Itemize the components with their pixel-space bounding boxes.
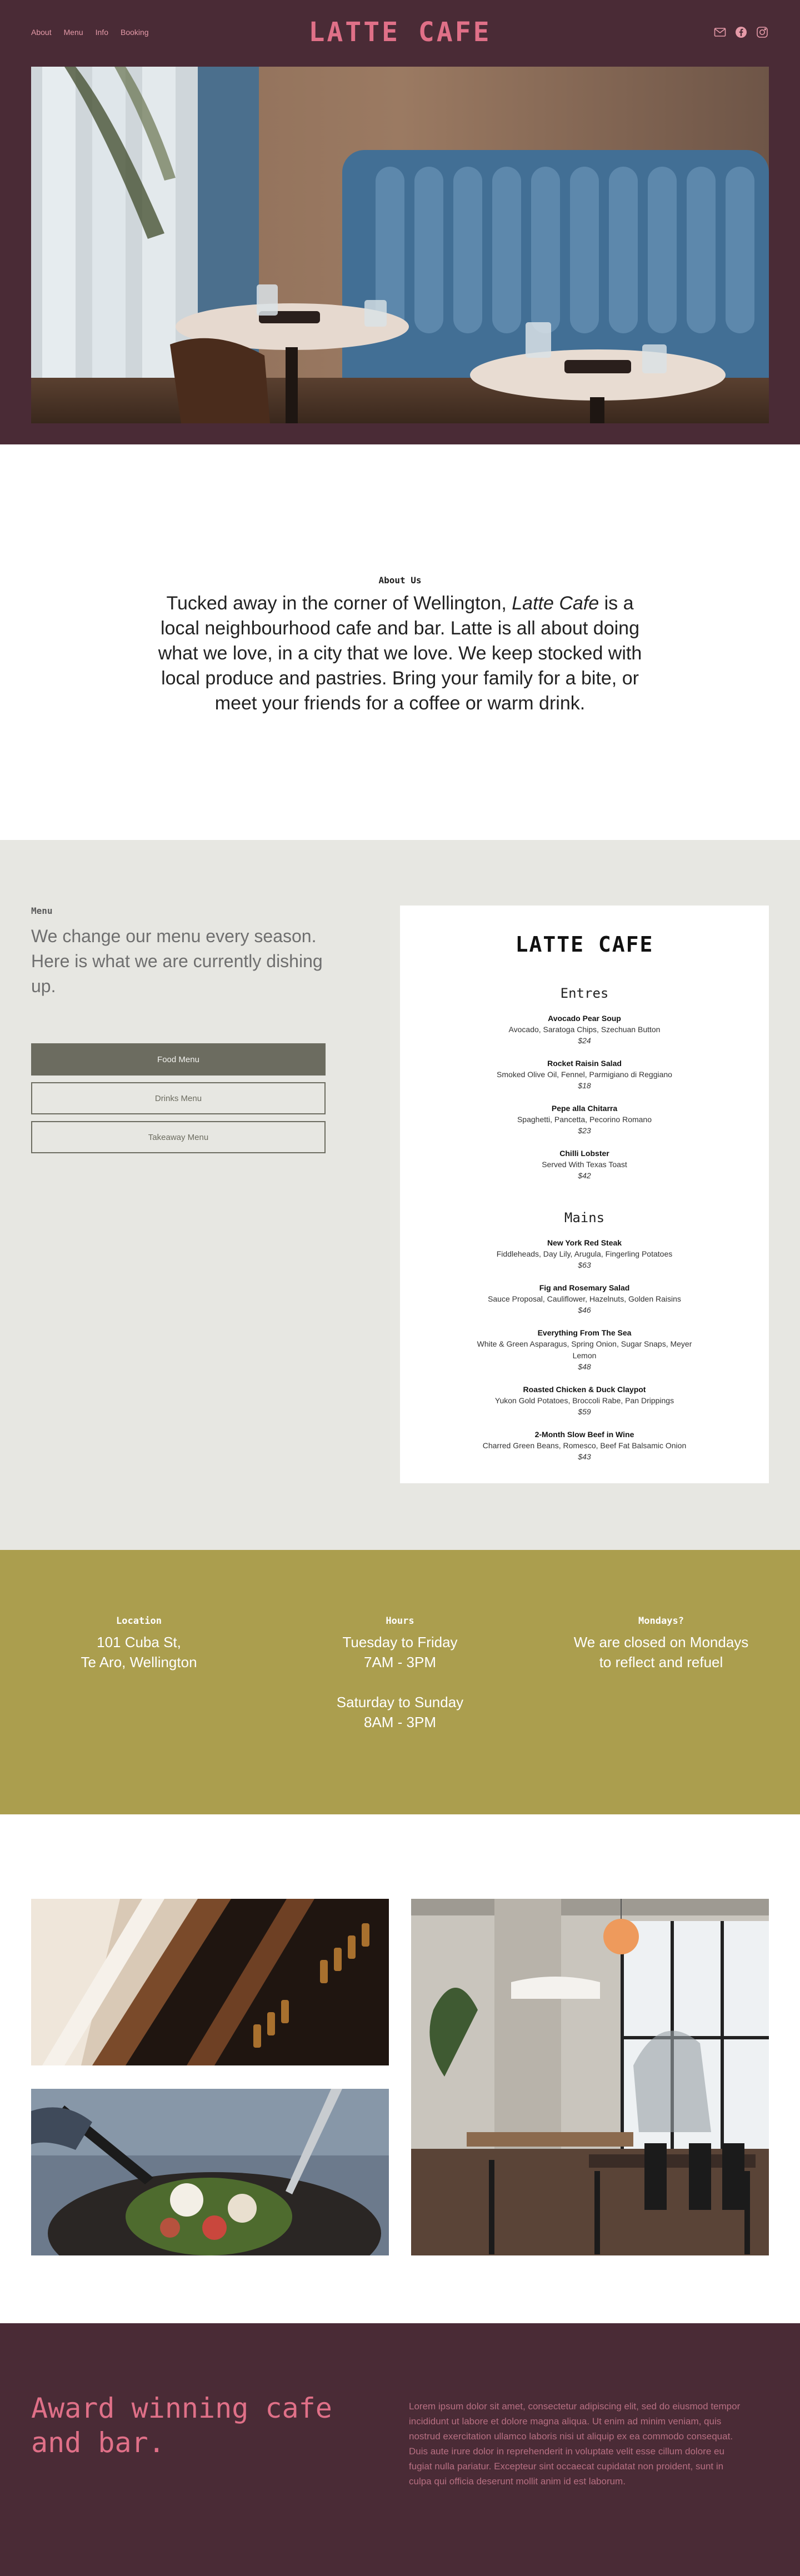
hours-line: 8AM - 3PM bbox=[363, 1714, 437, 1730]
drinks-menu-button[interactable]: Drinks Menu bbox=[31, 1082, 326, 1114]
menu-item: Avocado Pear Soup Avocado, Saratoga Chip… bbox=[400, 1013, 769, 1046]
menu-item-desc: Avocado, Saratoga Chips, Szechuan Button bbox=[508, 1025, 661, 1034]
location-column: Location 101 Cuba St, Te Aro, Wellington bbox=[31, 1615, 247, 1814]
menu-item-desc: Yukon Gold Potatoes, Broccoli Rabe, Pan … bbox=[494, 1396, 674, 1405]
menu-card: LATTE CAFE Entres Avocado Pear Soup Avoc… bbox=[400, 906, 769, 1483]
footer-text: Lorem ipsum dolor sit amet, consectetur … bbox=[409, 2401, 741, 2487]
hours-heading: Hours bbox=[386, 1615, 414, 1627]
menu-item-desc: Smoked Olive Oil, Fennel, Parmigiano di … bbox=[497, 1070, 672, 1079]
gallery-image-bottles bbox=[31, 1899, 389, 2065]
location-line: 101 Cuba St, bbox=[97, 1634, 181, 1650]
hours-line: Saturday to Sunday bbox=[336, 1694, 464, 1710]
menu-item-name: Avocado Pear Soup bbox=[548, 1014, 621, 1023]
menu-item: Chilli Lobster Served With Texas Toast $… bbox=[400, 1148, 769, 1181]
menu-item-price: $63 bbox=[578, 1261, 591, 1269]
food-menu-button[interactable]: Food Menu bbox=[31, 1043, 326, 1076]
menu-item: Pepe alla Chitarra Spaghetti, Pancetta, … bbox=[400, 1103, 769, 1136]
menu-item-name: Rocket Raisin Salad bbox=[547, 1059, 622, 1068]
brand-logo[interactable]: LATTE CAFE bbox=[0, 17, 800, 48]
mondays-column: Mondays? We are closed on Mondays to ref… bbox=[553, 1615, 769, 1814]
footer-section: Award winning cafe and bar. Lorem ipsum … bbox=[0, 2323, 800, 2576]
gallery-image-interior bbox=[411, 1899, 769, 2255]
menu-item: Everything From The Sea White & Green As… bbox=[400, 1328, 769, 1372]
menu-section: Menu We change our menu every season. He… bbox=[0, 840, 800, 1550]
menu-item-name: New York Red Steak bbox=[547, 1238, 622, 1247]
menu-item-name: Everything From The Sea bbox=[537, 1328, 632, 1337]
gallery-section bbox=[0, 1814, 800, 2323]
takeaway-menu-button[interactable]: Takeaway Menu bbox=[31, 1121, 326, 1153]
hero-image bbox=[31, 67, 769, 423]
menu-item-price: $24 bbox=[578, 1036, 591, 1045]
about-text: Tucked away in the corner of Wellington,… bbox=[150, 591, 650, 716]
menu-item-name: Fig and Rosemary Salad bbox=[539, 1283, 630, 1292]
menu-item: Fig and Rosemary Salad Sauce Proposal, C… bbox=[400, 1283, 769, 1315]
info-section: Location 101 Cuba St, Te Aro, Wellington… bbox=[0, 1550, 800, 1814]
instagram-icon[interactable] bbox=[756, 26, 769, 39]
menu-item-desc: Fiddleheads, Day Lily, Arugula, Fingerli… bbox=[496, 1249, 673, 1258]
menu-item-desc: White & Green Asparagus, Spring Onion, S… bbox=[477, 1339, 692, 1360]
menu-item-name: Chilli Lobster bbox=[559, 1149, 609, 1158]
menu-item-desc: Sauce Proposal, Cauliflower, Hazelnuts, … bbox=[488, 1294, 681, 1303]
menu-item-price: $48 bbox=[578, 1362, 591, 1371]
menu-heading: Menu bbox=[31, 906, 53, 916]
menu-item: Roasted Chicken & Duck Claypot Yukon Gol… bbox=[400, 1384, 769, 1417]
about-cafe-name: Latte Cafe bbox=[512, 593, 599, 614]
menu-intro: Menu We change our menu every season. He… bbox=[31, 906, 326, 1153]
hours-line: 7AM - 3PM bbox=[363, 1654, 437, 1670]
menu-item-price: $23 bbox=[578, 1126, 591, 1135]
menu-buttons: Food Menu Drinks Menu Takeaway Menu bbox=[31, 1043, 326, 1153]
menu-item-price: $42 bbox=[578, 1171, 591, 1180]
mondays-heading: Mondays? bbox=[638, 1615, 684, 1627]
menu-item-desc: Spaghetti, Pancetta, Pecorino Romano bbox=[517, 1115, 652, 1124]
header-hero: About Menu Info Booking LATTE CAFE bbox=[0, 0, 800, 444]
menu-item: New York Red Steak Fiddleheads, Day Lily… bbox=[400, 1238, 769, 1271]
about-section: About Us Tucked away in the corner of We… bbox=[0, 444, 800, 840]
about-heading: About Us bbox=[378, 575, 422, 586]
about-text-start: Tucked away in the corner of Wellington, bbox=[166, 593, 512, 614]
menu-item-name: Roasted Chicken & Duck Claypot bbox=[523, 1385, 646, 1394]
menu-item-price: $46 bbox=[578, 1305, 591, 1314]
menu-item: Rocket Raisin Salad Smoked Olive Oil, Fe… bbox=[400, 1058, 769, 1091]
facebook-icon[interactable] bbox=[734, 26, 748, 39]
menu-item-name: Pepe alla Chitarra bbox=[551, 1104, 618, 1113]
menu-item-price: $59 bbox=[578, 1407, 591, 1416]
award-heading: Award winning cafe and bar. bbox=[31, 2392, 332, 2459]
mondays-line: We are closed on Mondays bbox=[573, 1634, 749, 1650]
social-links bbox=[713, 26, 769, 39]
menu-item-desc: Charred Green Beans, Romesco, Beef Fat B… bbox=[482, 1441, 687, 1450]
menu-lead: We change our menu every season. Here is… bbox=[31, 926, 323, 996]
menu-group-title: Mains bbox=[564, 1210, 605, 1226]
menu-card-title: LATTE CAFE bbox=[515, 932, 654, 957]
location-line: Te Aro, Wellington bbox=[81, 1654, 197, 1670]
menu-item-price: $18 bbox=[578, 1081, 591, 1090]
hours-column: Hours Tuesday to Friday 7AM - 3PM Saturd… bbox=[292, 1615, 508, 1814]
gallery-image-dish bbox=[31, 2089, 389, 2255]
menu-item: 2-Month Slow Beef in Wine Charred Green … bbox=[400, 1429, 769, 1462]
mondays-line: to reflect and refuel bbox=[599, 1654, 723, 1670]
menu-item-name: 2-Month Slow Beef in Wine bbox=[534, 1430, 634, 1439]
email-icon[interactable] bbox=[713, 26, 727, 39]
location-heading: Location bbox=[116, 1615, 162, 1627]
menu-item-price: $43 bbox=[578, 1452, 591, 1461]
menu-group-title: Entres bbox=[560, 986, 609, 1001]
menu-item-desc: Served With Texas Toast bbox=[542, 1160, 627, 1169]
hours-line: Tuesday to Friday bbox=[342, 1634, 458, 1650]
